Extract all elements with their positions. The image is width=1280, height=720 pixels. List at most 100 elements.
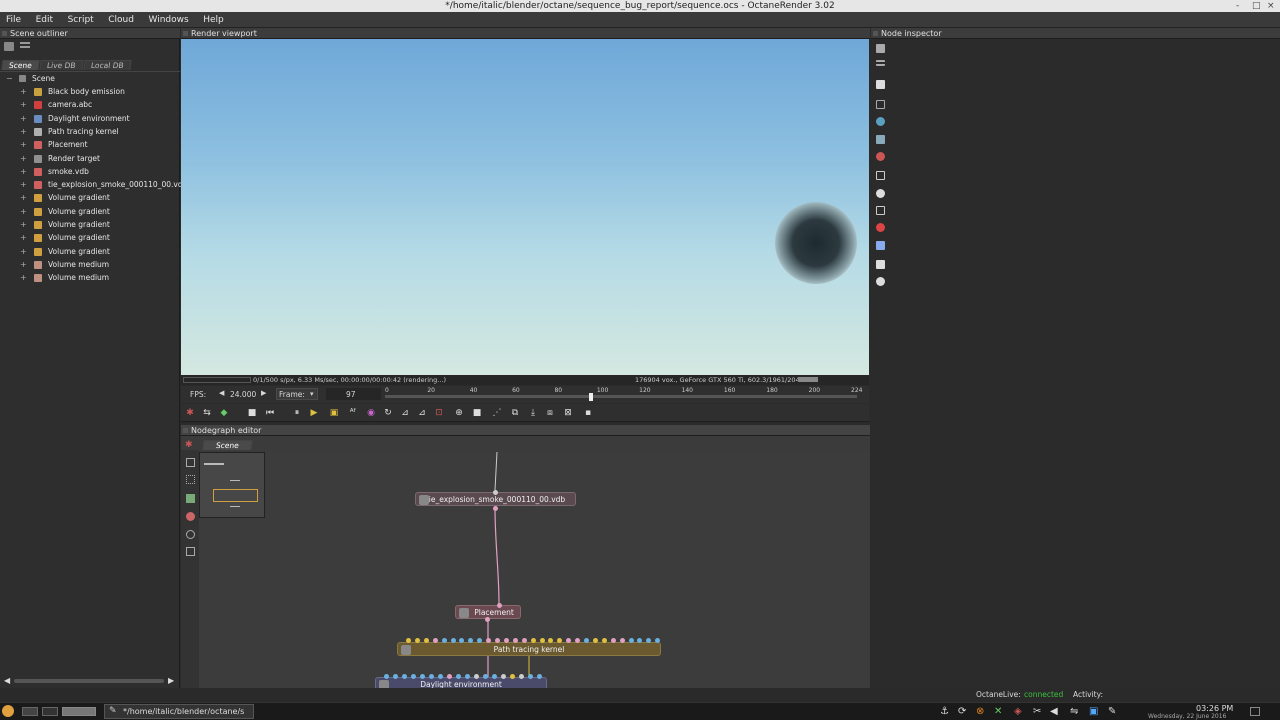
node-input-pin[interactable]: [411, 674, 416, 679]
fps-increment-icon[interactable]: ▶: [261, 389, 266, 397]
node-input-pin[interactable]: [450, 638, 456, 643]
settings-icon[interactable]: ✱: [185, 408, 195, 418]
usb-icon[interactable]: ⇋: [1070, 706, 1078, 717]
node-input-pin[interactable]: [501, 674, 506, 679]
copy-icon[interactable]: ⧉: [510, 408, 520, 418]
menu-cloud[interactable]: Cloud: [102, 12, 140, 28]
clipboard-icon[interactable]: ✂: [1033, 706, 1041, 717]
expand-icon[interactable]: +: [20, 138, 27, 151]
expand-all-icon[interactable]: [4, 42, 14, 51]
image-icon[interactable]: [876, 260, 885, 269]
outliner-scrollbar[interactable]: [14, 679, 164, 683]
node-input-pin[interactable]: [432, 638, 438, 643]
select-icon[interactable]: [186, 475, 195, 484]
pause-icon[interactable]: ⏸: [292, 408, 302, 418]
nodegraph-canvas[interactable]: tie_explosion_smoke_000110_00.vdb Placem…: [199, 452, 869, 688]
updates-icon[interactable]: ⟳: [958, 706, 966, 717]
node-input-pin[interactable]: [414, 638, 420, 643]
node-input-pin[interactable]: [406, 638, 411, 643]
expand-icon[interactable]: [876, 44, 885, 53]
node-input-pin[interactable]: [465, 674, 470, 679]
node-input-pin[interactable]: [420, 674, 425, 679]
expand-icon[interactable]: +: [20, 85, 27, 98]
material-icon[interactable]: [186, 512, 195, 521]
kernel-icon[interactable]: [876, 135, 885, 144]
camera-node-icon[interactable]: [186, 547, 195, 556]
tab-scene[interactable]: Scene: [1, 60, 40, 70]
menu-help[interactable]: Help: [197, 12, 230, 28]
play-icon[interactable]: ▶: [309, 408, 319, 418]
material-icon[interactable]: [876, 152, 885, 161]
palette-icon[interactable]: ◆: [219, 408, 229, 418]
expand-icon[interactable]: +: [20, 125, 27, 138]
tab-live-db[interactable]: Live DB: [39, 60, 84, 70]
emission-icon[interactable]: [876, 223, 885, 232]
grid-icon[interactable]: [186, 458, 195, 467]
film-region-icon[interactable]: ⋰: [492, 408, 502, 418]
minimize-button[interactable]: -: [1236, 0, 1239, 12]
pick-white-balance-icon[interactable]: ⊿: [417, 408, 427, 418]
collapse-all-icon[interactable]: [20, 42, 30, 48]
show-desktop-icon[interactable]: [1250, 707, 1260, 716]
lock-icon[interactable]: ▪: [583, 408, 593, 418]
render-image[interactable]: [181, 39, 869, 375]
desktop-2-icon[interactable]: [42, 707, 58, 716]
expand-icon[interactable]: +: [20, 165, 27, 178]
expand-icon[interactable]: +: [20, 112, 27, 125]
save-image-icon[interactable]: ⊠: [563, 408, 573, 418]
zoom-icon[interactable]: ⊕: [454, 408, 464, 418]
tab-local-db[interactable]: Local DB: [82, 60, 131, 70]
node-input-pin[interactable]: [528, 674, 533, 679]
texture-icon[interactable]: [876, 206, 885, 215]
node-input-pin[interactable]: [384, 674, 389, 679]
rewind-icon[interactable]: ⏮: [265, 408, 275, 418]
node-input-pin[interactable]: [519, 674, 524, 679]
region-render-icon[interactable]: ■: [472, 408, 482, 418]
security-icon[interactable]: ◈: [1014, 706, 1022, 717]
menu-windows[interactable]: Windows: [143, 12, 195, 28]
taskbar-window-button[interactable]: ✎ */home/italic/blender/octane/s: [104, 704, 254, 719]
expand-icon[interactable]: +: [20, 178, 27, 191]
node-input-pin[interactable]: [537, 674, 542, 679]
add-node-icon[interactable]: [186, 494, 195, 503]
maximize-button[interactable]: □: [1252, 0, 1261, 12]
node-input-pin[interactable]: [539, 638, 545, 643]
node-input-pin[interactable]: [521, 638, 527, 643]
reset-icon[interactable]: ⇆: [202, 408, 212, 418]
warning-icon[interactable]: ⊗: [976, 706, 984, 717]
node-input-pin[interactable]: [447, 674, 452, 679]
node-input-pin[interactable]: [510, 674, 515, 679]
close-button[interactable]: ×: [1267, 0, 1275, 12]
node-input-pin[interactable]: [601, 638, 607, 643]
pen-icon[interactable]: ✎: [1108, 706, 1116, 717]
gear-icon[interactable]: ✱: [185, 440, 193, 450]
layers-icon[interactable]: ⧈: [545, 408, 555, 418]
imager-icon[interactable]: [876, 171, 885, 180]
expand-icon[interactable]: +: [20, 258, 27, 271]
scroll-left-icon[interactable]: ◀: [4, 676, 10, 685]
node-input-pin[interactable]: [495, 638, 500, 643]
expand-icon[interactable]: +: [20, 245, 27, 258]
start-menu-icon[interactable]: [2, 705, 14, 717]
expand-icon[interactable]: +: [20, 218, 27, 231]
tab-nodegraph-scene[interactable]: Scene: [202, 440, 253, 450]
node-input-pin[interactable]: [438, 674, 443, 679]
node-input-pin[interactable]: [402, 674, 407, 679]
expand-icon[interactable]: +: [20, 231, 27, 244]
frame-input[interactable]: 97: [326, 388, 381, 400]
timeline-playhead[interactable]: [589, 393, 594, 401]
node-input-pin[interactable]: [530, 638, 536, 643]
export-icon[interactable]: ⤓: [528, 408, 538, 418]
light-icon[interactable]: [876, 277, 885, 286]
expand-icon[interactable]: +: [20, 271, 27, 284]
node-input-pin[interactable]: [393, 674, 398, 679]
render-target-icon[interactable]: [876, 80, 885, 89]
frame-dropdown[interactable]: Frame: ▾: [276, 388, 318, 400]
timeline-scrubber[interactable]: 0 20 40 60 80 100 120 140 160 180 200 224: [385, 386, 862, 403]
node-path-tracing-kernel[interactable]: Path tracing kernel: [397, 642, 661, 656]
pick-focus-icon[interactable]: ⊿: [400, 408, 410, 418]
collapse-icon[interactable]: [876, 60, 885, 66]
collapse-icon[interactable]: −: [6, 72, 13, 85]
stop-icon[interactable]: ■: [247, 408, 257, 418]
node-input-pin[interactable]: [492, 674, 497, 679]
